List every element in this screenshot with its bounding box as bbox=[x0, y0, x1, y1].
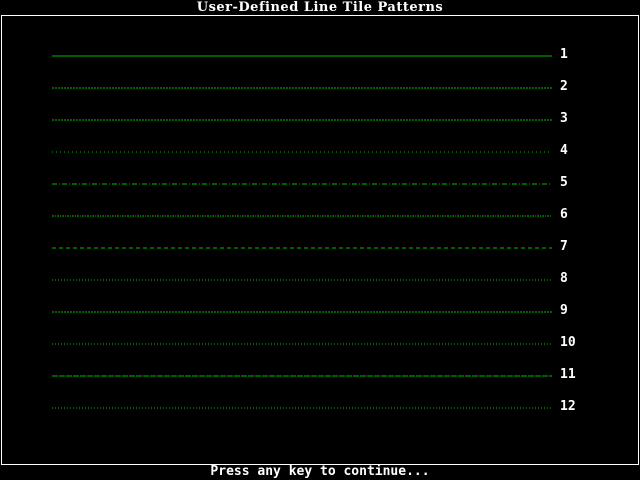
pattern-row: 11 bbox=[52, 367, 592, 382]
pattern-line bbox=[52, 343, 552, 345]
pattern-row: 3 bbox=[52, 111, 592, 126]
pattern-row: 1 bbox=[52, 47, 592, 62]
pattern-row: 8 bbox=[52, 271, 592, 286]
pattern-line bbox=[52, 151, 552, 153]
pattern-row: 4 bbox=[52, 143, 592, 158]
pattern-label: 7 bbox=[560, 239, 568, 254]
pattern-label: 4 bbox=[560, 143, 568, 158]
pattern-line bbox=[52, 375, 552, 377]
pattern-line bbox=[52, 215, 552, 217]
pattern-line bbox=[52, 55, 552, 57]
screen: User-Defined Line Tile Patterns 12345678… bbox=[0, 0, 640, 480]
window-title: User-Defined Line Tile Patterns bbox=[196, 0, 444, 15]
pattern-line bbox=[52, 87, 552, 89]
pattern-label: 5 bbox=[560, 175, 568, 190]
pattern-row: 5 bbox=[52, 175, 592, 190]
pattern-line bbox=[52, 279, 552, 281]
pattern-row: 6 bbox=[52, 207, 592, 222]
pattern-line bbox=[52, 183, 552, 185]
pattern-label: 3 bbox=[560, 111, 568, 126]
pattern-label: 12 bbox=[560, 399, 576, 414]
pattern-row: 12 bbox=[52, 399, 592, 414]
pattern-line bbox=[52, 311, 552, 313]
pattern-label: 6 bbox=[560, 207, 568, 222]
pattern-line bbox=[52, 119, 552, 121]
content-frame: 1 2 3 4 5 6 7 8 9 10 11 12 bbox=[1, 15, 639, 465]
pattern-label: 8 bbox=[560, 271, 568, 286]
pattern-label: 10 bbox=[560, 335, 576, 350]
pattern-label: 9 bbox=[560, 303, 568, 318]
pattern-row: 9 bbox=[52, 303, 592, 318]
pattern-label: 1 bbox=[560, 47, 568, 62]
pattern-line bbox=[52, 247, 552, 249]
pattern-row: 7 bbox=[52, 239, 592, 254]
pattern-line bbox=[52, 407, 552, 409]
pattern-label: 2 bbox=[560, 79, 568, 94]
pattern-row: 10 bbox=[52, 335, 592, 350]
pattern-label: 11 bbox=[560, 367, 576, 382]
pattern-row: 2 bbox=[52, 79, 592, 94]
continue-prompt[interactable]: Press any key to continue... bbox=[0, 464, 640, 480]
